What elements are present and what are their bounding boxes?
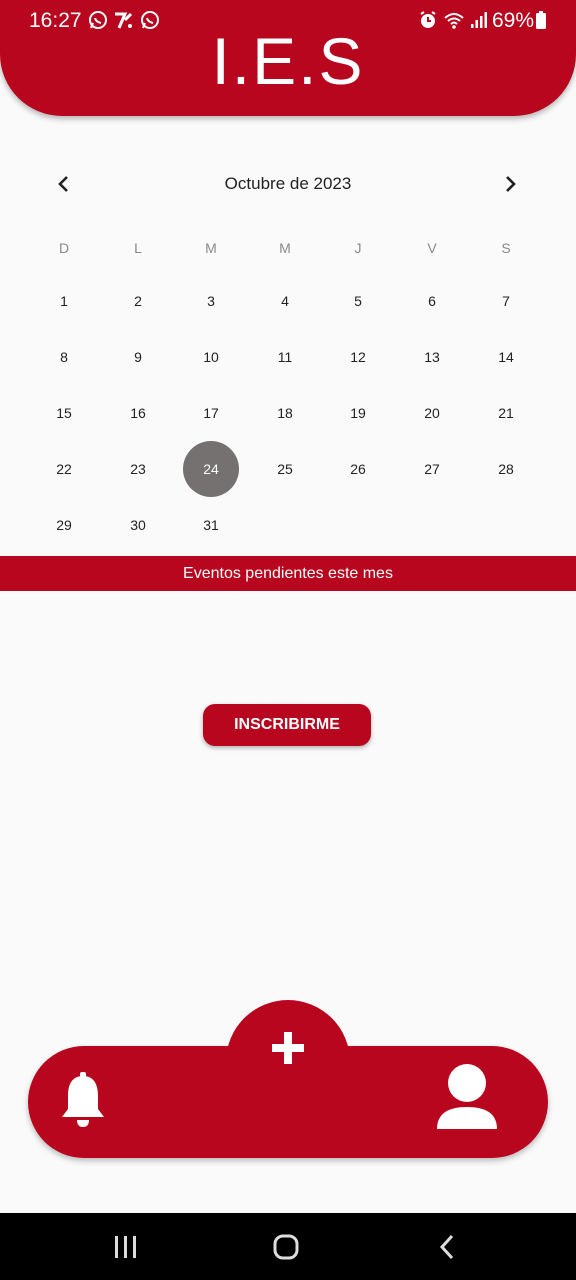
back-button[interactable]	[428, 1231, 468, 1263]
whatsapp-icon	[87, 9, 109, 31]
month-label: Octubre de 2023	[224, 174, 352, 193]
weekday-label: V	[427, 240, 437, 256]
calendar-day[interactable]: 4	[257, 273, 313, 329]
home-button[interactable]	[266, 1231, 306, 1263]
calendar-day[interactable]: 10	[183, 329, 239, 385]
calendar-day[interactable]: 26	[330, 441, 386, 497]
back-icon	[439, 1234, 454, 1260]
weekday-label: D	[58, 240, 70, 256]
calendar-day-selected[interactable]: 24	[183, 441, 239, 497]
user-icon	[437, 1064, 497, 1129]
calendar-day[interactable]: 19	[330, 385, 386, 441]
calendar-day[interactable]: 9	[110, 329, 166, 385]
calendar-day[interactable]: 8	[36, 329, 92, 385]
calendar-day[interactable]: 16	[110, 385, 166, 441]
recent-apps-button[interactable]	[106, 1231, 146, 1263]
weekday-label: S	[501, 240, 511, 256]
weekday-label: M	[205, 240, 217, 256]
calendar-day[interactable]: 11	[257, 329, 313, 385]
calendar-day[interactable]: 12	[330, 329, 386, 385]
bell-icon	[62, 1072, 104, 1127]
pending-events-banner: Eventos pendientes este mes	[0, 556, 576, 591]
calendar-day[interactable]: 6	[404, 273, 460, 329]
calendar-day[interactable]: 13	[404, 329, 460, 385]
plus-icon	[272, 1032, 304, 1064]
calendar-day[interactable]: 17	[183, 385, 239, 441]
app-screen: I.E.S 16:27 69% Octubre de 2023 D L M M …	[0, 0, 576, 1280]
wifi-icon	[443, 9, 465, 31]
calendar-day[interactable]: 30	[110, 497, 166, 553]
chevron-left-icon	[58, 176, 68, 192]
profile-button[interactable]	[434, 1062, 500, 1130]
calendar-day[interactable]: 2	[110, 273, 166, 329]
add-button[interactable]	[264, 1024, 312, 1072]
calendar-day[interactable]: 21	[478, 385, 534, 441]
whatsapp-icon	[139, 9, 161, 31]
notifications-button[interactable]	[58, 1070, 108, 1130]
calendar-day[interactable]: 31	[183, 497, 239, 553]
battery-percentage: 69%	[492, 9, 535, 32]
system-navigation-bar	[0, 1213, 576, 1280]
recent-apps-icon	[115, 1236, 136, 1258]
weekday-label: L	[134, 240, 142, 256]
calendar-day[interactable]: 20	[404, 385, 460, 441]
weekday-label: M	[279, 240, 291, 256]
calendar-day[interactable]: 3	[183, 273, 239, 329]
calendar-day[interactable]: 7	[478, 273, 534, 329]
calendar-day[interactable]: 1	[36, 273, 92, 329]
calendar-day[interactable]: 5	[330, 273, 386, 329]
calendar-day[interactable]: 18	[257, 385, 313, 441]
previous-month-button[interactable]	[48, 168, 80, 200]
home-icon	[273, 1234, 299, 1260]
enroll-button[interactable]: INSCRIBIRME	[203, 704, 371, 746]
calendar-day[interactable]: 25	[257, 441, 313, 497]
alarm-icon	[417, 9, 439, 31]
calendar-day[interactable]: 28	[478, 441, 534, 497]
battery-icon	[534, 9, 548, 31]
calendar-day[interactable]: 23	[110, 441, 166, 497]
next-month-button[interactable]	[494, 168, 526, 200]
calendar-day[interactable]: 22	[36, 441, 92, 497]
status-time: 16:27	[29, 9, 82, 32]
calendar-day[interactable]: 15	[36, 385, 92, 441]
app-notification-icon	[113, 9, 135, 31]
calendar-day[interactable]: 27	[404, 441, 460, 497]
calendar-day[interactable]: 29	[36, 497, 92, 553]
calendar-day[interactable]: 14	[478, 329, 534, 385]
status-bar: 16:27 69%	[0, 0, 576, 40]
weekday-label: J	[354, 240, 362, 256]
chevron-right-icon	[506, 176, 516, 192]
signal-icon	[468, 9, 490, 31]
